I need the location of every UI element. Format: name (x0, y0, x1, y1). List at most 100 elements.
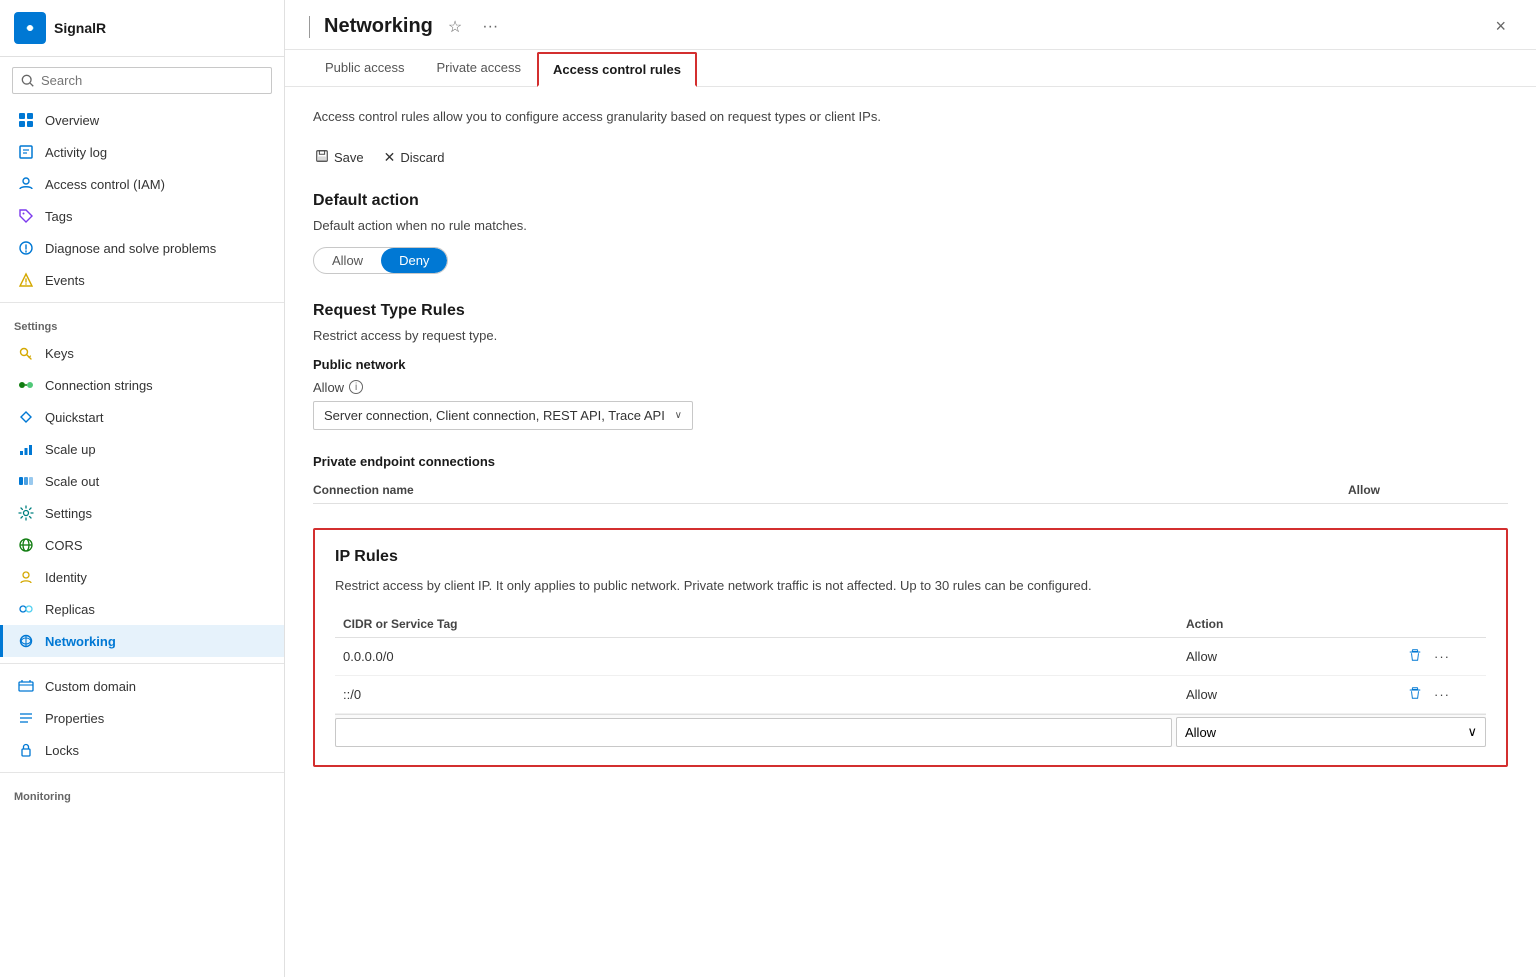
private-endpoints-table: Connection name Allow (313, 477, 1508, 504)
sidebar-item-diagnose[interactable]: Diagnose and solve problems (0, 232, 284, 264)
sidebar-item-scale-out[interactable]: Scale out (0, 465, 284, 497)
default-action-desc: Default action when no rule matches. (313, 218, 1508, 233)
col-connection-name: Connection name (313, 483, 1348, 497)
sidebar-item-replicas[interactable]: Replicas (0, 593, 284, 625)
toolbar: Save ✕ Discard (313, 145, 1508, 170)
sidebar-item-scale-up[interactable]: Scale up (0, 433, 284, 465)
sidebar-item-label: CORS (45, 538, 83, 553)
sidebar-item-keys[interactable]: Keys (0, 337, 284, 369)
default-action-toggle: Allow Deny (313, 247, 448, 274)
more-options-button[interactable]: ··· (477, 16, 503, 38)
default-action-title: Default action (313, 192, 1508, 210)
new-cidr-input[interactable] (335, 718, 1172, 747)
app-icon (14, 12, 46, 44)
sidebar-item-label: Scale out (45, 474, 99, 489)
sidebar-item-custom-domain[interactable]: Custom domain (0, 670, 284, 702)
sidebar-header: SignalR (0, 0, 284, 57)
search-input[interactable] (41, 73, 263, 88)
iam-icon (17, 175, 35, 193)
search-box[interactable] (12, 67, 272, 94)
tab-private-access[interactable]: Private access (420, 50, 537, 87)
sidebar-item-label: Diagnose and solve problems (45, 241, 216, 256)
delete-rule-button[interactable] (1406, 646, 1424, 667)
allow-text: Allow (313, 380, 344, 395)
row-actions: ··· (1406, 684, 1486, 705)
page-title: Networking (324, 15, 433, 38)
ip-rules-section: IP Rules Restrict access by client IP. I… (313, 528, 1508, 768)
table-header: Connection name Allow (313, 477, 1508, 504)
sidebar-item-networking[interactable]: Networking (0, 625, 284, 657)
sidebar-item-tags[interactable]: Tags (0, 200, 284, 232)
ip-table-header: CIDR or Service Tag Action (335, 611, 1486, 638)
main-panel: Networking ☆ ··· × Public access Private… (285, 0, 1536, 977)
search-icon (21, 74, 35, 88)
sidebar-item-cors[interactable]: CORS (0, 529, 284, 561)
sidebar-item-iam[interactable]: Access control (IAM) (0, 168, 284, 200)
keys-icon (17, 344, 35, 362)
sidebar: SignalR Overview Activity log Access con (0, 0, 285, 977)
overview-icon (17, 111, 35, 129)
sidebar-item-locks[interactable]: Locks (0, 734, 284, 766)
sidebar-item-label: Settings (45, 506, 92, 521)
activity-log-icon (17, 143, 35, 161)
favorite-button[interactable]: ☆ (443, 15, 467, 39)
ip-rules-description: Restrict access by client IP. It only ap… (335, 576, 1486, 596)
private-endpoints-label: Private endpoint connections (313, 454, 1508, 469)
page-description: Access control rules allow you to config… (313, 107, 1508, 127)
connection-icon (17, 376, 35, 394)
sidebar-item-events[interactable]: Events (0, 264, 284, 296)
sidebar-item-label: Quickstart (45, 410, 104, 425)
sidebar-item-activity-log[interactable]: Activity log (0, 136, 284, 168)
more-rule-button[interactable]: ··· (1430, 685, 1454, 704)
row-actions: ··· (1406, 646, 1486, 667)
scale-up-icon (17, 440, 35, 458)
page-header: Networking ☆ ··· × (285, 0, 1536, 50)
locks-icon (17, 741, 35, 759)
diagnose-icon (17, 239, 35, 257)
dropdown-arrow-icon: ∨ (675, 410, 682, 421)
new-action-value: Allow (1185, 725, 1216, 740)
tab-access-control-rules[interactable]: Access control rules (537, 52, 697, 87)
cors-icon (17, 536, 35, 554)
delete-rule-button[interactable] (1406, 684, 1424, 705)
sidebar-item-label: Replicas (45, 602, 95, 617)
sidebar-item-label: Locks (45, 743, 79, 758)
sidebar-item-properties[interactable]: Properties (0, 702, 284, 734)
more-rule-button[interactable]: ··· (1430, 647, 1454, 666)
public-network-label: Public network (313, 357, 1508, 372)
col-cidr-header: CIDR or Service Tag (335, 617, 1186, 631)
replicas-icon (17, 600, 35, 618)
sidebar-item-label: Networking (45, 634, 116, 649)
request-type-title: Request Type Rules (313, 302, 1508, 320)
col-action-header: Action (1186, 617, 1406, 631)
sidebar-item-settings[interactable]: Settings (0, 497, 284, 529)
sidebar-item-label: Identity (45, 570, 87, 585)
save-icon (315, 149, 329, 166)
sidebar-item-quickstart[interactable]: Quickstart (0, 401, 284, 433)
save-button[interactable]: Save (313, 145, 366, 170)
sidebar-item-label: Connection strings (45, 378, 153, 393)
content-area: Access control rules allow you to config… (285, 87, 1536, 977)
custom-domain-icon (17, 677, 35, 695)
sidebar-item-label: Overview (45, 113, 99, 128)
scale-out-icon (17, 472, 35, 490)
col-allow-header: Allow (1348, 483, 1508, 497)
tab-public-access[interactable]: Public access (309, 50, 420, 87)
sidebar-item-identity[interactable]: Identity (0, 561, 284, 593)
tags-icon (17, 207, 35, 225)
allow-toggle-btn[interactable]: Allow (314, 248, 381, 273)
ip-rule-row: ::/0 Allow ··· (335, 676, 1486, 714)
close-button[interactable]: × (1489, 14, 1512, 39)
new-action-dropdown[interactable]: Allow ∨ (1176, 717, 1486, 747)
save-label: Save (334, 150, 364, 165)
sidebar-item-connection-strings[interactable]: Connection strings (0, 369, 284, 401)
settings-gear-icon (17, 504, 35, 522)
cidr-value: 0.0.0.0/0 (335, 649, 1186, 664)
sidebar-item-overview[interactable]: Overview (0, 104, 284, 136)
cidr-value: ::/0 (335, 687, 1186, 702)
info-icon[interactable]: i (349, 380, 363, 394)
deny-toggle-btn[interactable]: Deny (381, 248, 447, 273)
connection-types-dropdown[interactable]: Server connection, Client connection, RE… (313, 401, 693, 430)
properties-icon (17, 709, 35, 727)
discard-button[interactable]: ✕ Discard (382, 145, 447, 170)
